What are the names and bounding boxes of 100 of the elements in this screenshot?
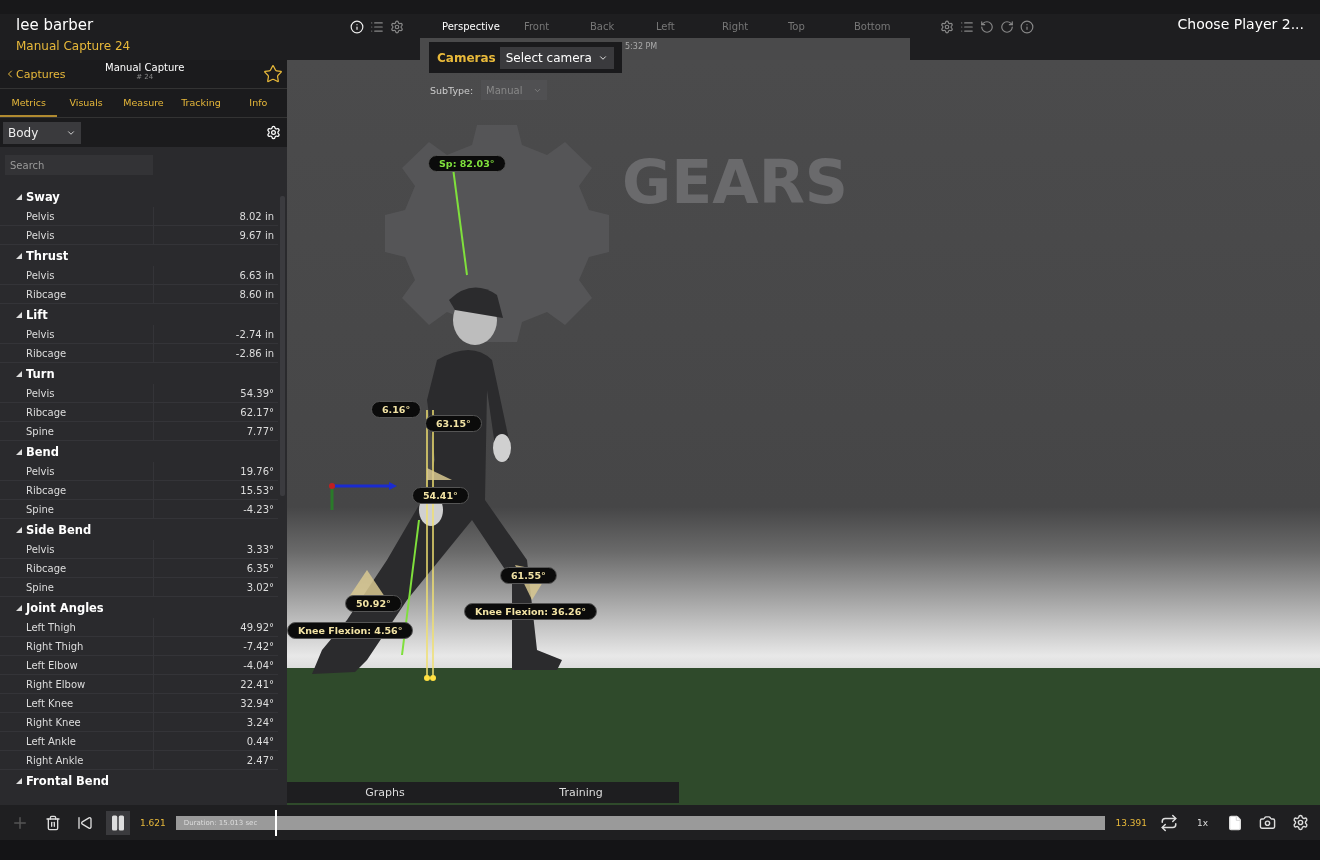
metric-label: Pelvis (0, 462, 154, 480)
view-tab[interactable]: Front (511, 14, 578, 38)
metric-value: 62.17° (239, 405, 275, 420)
metric-label: Spine (0, 500, 154, 518)
metric-label: Pelvis (0, 226, 154, 244)
metric-group-header[interactable]: Bend (0, 441, 278, 462)
panel-tab[interactable]: Info (229, 89, 288, 117)
metric-value: 15.53° (239, 483, 275, 498)
pause-button[interactable] (106, 810, 130, 835)
metric-value: -2.86 in (234, 346, 275, 361)
star-icon[interactable] (263, 64, 283, 84)
metric-group-header[interactable]: Turn (0, 363, 278, 384)
user-name: lee barber (16, 16, 95, 34)
metric-label: Spine (0, 578, 154, 596)
panel-tab[interactable]: Tracking (172, 89, 230, 117)
metric-label: Spine (0, 422, 154, 440)
metric-group-header[interactable]: Lift (0, 304, 278, 325)
angle-label: 6.16° (371, 401, 422, 418)
clock-time: 5:32 PM (624, 41, 659, 51)
view-tab[interactable]: Right (709, 14, 776, 38)
metric-group-header[interactable]: Joint Angles (0, 597, 278, 618)
camera-icon (1259, 814, 1276, 831)
angle-label: Sp: 82.03° (428, 155, 506, 172)
metric-value: 19.76° (239, 464, 275, 479)
current-time: 1.621 (140, 817, 166, 828)
metric-group-header[interactable]: Side Bend (0, 519, 278, 540)
metric-label: Ribcage (0, 344, 154, 362)
skip-back-icon (77, 814, 93, 831)
angle-label: 54.41° (412, 487, 469, 504)
metric-label: Right Knee (0, 713, 154, 731)
body-dropdown[interactable]: Body (3, 121, 81, 144)
metric-label: Ribcage (0, 559, 154, 577)
panel-tab[interactable]: Measure (114, 89, 173, 117)
metric-label: Pelvis (0, 207, 154, 225)
metric-group-header[interactable]: Frontal Bend (0, 770, 278, 791)
player-title[interactable]: Choose Player 2... (1177, 16, 1304, 60)
view-tab[interactable]: Top (775, 14, 842, 38)
view-tab[interactable]: Bottom (841, 14, 908, 38)
angle-label: Knee Flexion: 4.56° (287, 622, 414, 639)
angle-label: 50.92° (345, 595, 402, 612)
trash-icon (45, 814, 61, 831)
metric-label: Left Ankle (0, 732, 154, 750)
metric-value: -4.04° (242, 658, 275, 673)
angle-label: 61.55° (500, 567, 557, 584)
metric-label: Pelvis (0, 325, 154, 343)
panel-tab[interactable]: Visuals (57, 89, 115, 117)
metric-value: -2.74 in (234, 327, 275, 342)
angle-label: 63.15° (425, 415, 482, 432)
metric-value: 32.94° (239, 696, 275, 711)
metric-value: 6.63 in (238, 268, 275, 283)
capture-title: Manual Capture (105, 62, 185, 73)
metric-value: 2.47° (245, 753, 275, 768)
view-tab[interactable]: Left (643, 14, 710, 38)
pause-icon (109, 813, 127, 832)
axis-gizmo-drawing (329, 482, 397, 510)
metric-group-header[interactable]: Sway (0, 186, 278, 207)
back-link[interactable]: Captures (4, 67, 66, 81)
undo-icon[interactable] (980, 20, 994, 34)
expand-triangle-icon (16, 193, 22, 200)
list-icon[interactable] (960, 20, 974, 34)
expand-triangle-icon (16, 370, 22, 377)
metric-group-header[interactable]: Thrust (0, 245, 278, 266)
expand-triangle-icon (16, 252, 22, 259)
expand-triangle-icon (16, 526, 22, 533)
metric-label: Right Thigh (0, 637, 154, 655)
expand-triangle-icon (16, 604, 22, 611)
subtype-label: SubType: (430, 84, 474, 96)
playhead[interactable] (275, 809, 278, 836)
metric-value: 7.77° (245, 424, 275, 439)
metric-value: 0.44° (245, 734, 275, 749)
document-icon (1227, 814, 1243, 831)
metric-label: Left Thigh (0, 618, 154, 636)
metric-value: -4.23° (242, 502, 275, 517)
view-tab[interactable]: Perspective (430, 14, 512, 38)
expand-triangle-icon (16, 777, 22, 784)
end-time: 13.391 (1115, 817, 1147, 828)
lower-panel-tab[interactable]: Graphs (287, 782, 483, 803)
expand-triangle-icon (16, 311, 22, 318)
metric-label: Right Ankle (0, 751, 154, 769)
lower-panel-tab[interactable]: Training (483, 782, 679, 803)
metric-label: Pelvis (0, 540, 154, 558)
metric-label: Left Elbow (0, 656, 154, 674)
metric-value: 3.02° (245, 580, 275, 595)
speed-button[interactable]: 1x (1190, 816, 1214, 829)
camera-dropdown[interactable]: Select camera (499, 46, 614, 69)
metric-label: Left Knee (0, 694, 154, 712)
redo-icon[interactable] (1000, 20, 1014, 34)
metric-value: 8.60 in (238, 287, 275, 302)
metric-label: Ribcage (0, 285, 154, 303)
metric-label: Ribcage (0, 481, 154, 499)
view-tab[interactable]: Back (577, 14, 644, 38)
search-field[interactable]: Search (5, 155, 153, 175)
metric-value: 8.02 in (238, 209, 275, 224)
metric-value: 9.67 in (238, 228, 275, 243)
metric-label: Pelvis (0, 266, 154, 284)
settings-icon (1292, 814, 1309, 831)
list-icon[interactable] (370, 20, 384, 34)
expand-triangle-icon (16, 448, 22, 455)
metric-value: 54.39° (239, 386, 275, 401)
metric-value: 22.41° (239, 677, 275, 692)
